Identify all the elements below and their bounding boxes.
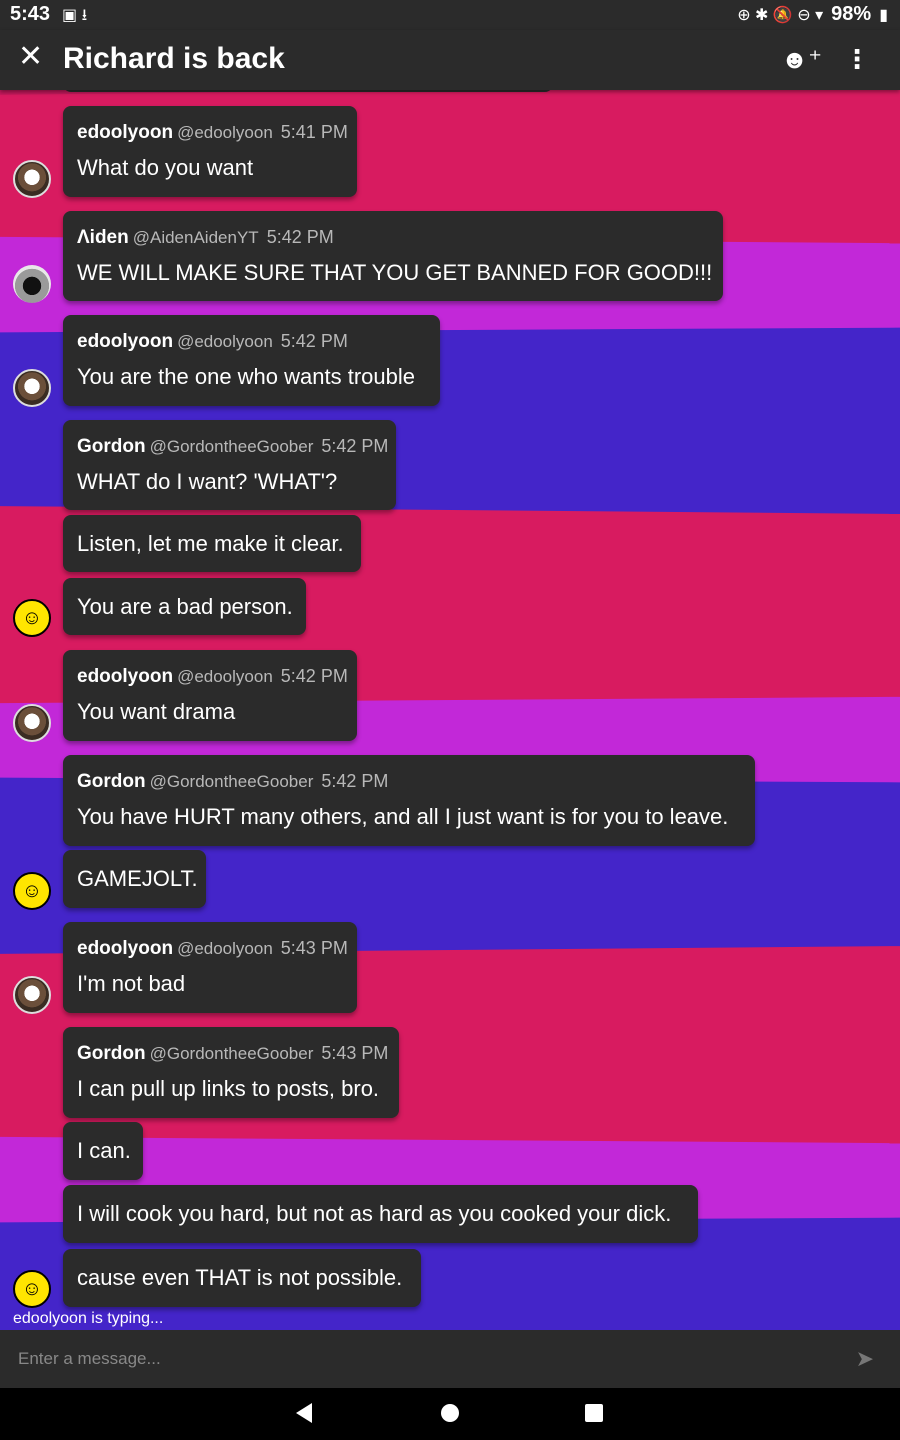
message-handle: @edoolyoon <box>177 667 273 686</box>
message-bubble[interactable]: I can. <box>63 1122 143 1180</box>
avatar[interactable] <box>13 265 51 303</box>
message-time: 5:42 PM <box>321 436 389 456</box>
message-time: 5:43 PM <box>280 938 348 958</box>
message-time: 5:42 PM <box>280 666 348 686</box>
message-bubble[interactable]: cause even THAT is not possible. <box>63 1249 421 1307</box>
awesome-face-icon: ☺ <box>21 607 43 629</box>
message-text: You are the one who wants trouble <box>77 364 415 389</box>
message-text: WHAT do I want? 'WHAT'? <box>77 469 338 494</box>
status-time: 5:43 <box>10 3 51 25</box>
battery-icon: ▮ <box>879 6 888 24</box>
message-bubble[interactable]: edoolyoon @edoolyoon 5:42 PM You are the o… <box>63 315 440 406</box>
message-bubble[interactable]: Listen, let me make it clear. <box>63 515 361 572</box>
message-text: You have HURT many others, and all I jus… <box>77 804 729 829</box>
battery-percent: 98% <box>831 3 872 25</box>
message-author[interactable]: Ʌiden <box>77 227 129 248</box>
message-list[interactable]: edoolyoon @edoolyoon 5:41 PM What do you w… <box>0 82 900 1330</box>
message-handle: @GordontheeGoober <box>149 437 314 456</box>
notification-icons: ▣ ⭳ <box>62 7 88 24</box>
message-input[interactable] <box>0 1330 828 1388</box>
add-emoji-user-icon[interactable]: ☻⁺ <box>781 44 822 75</box>
avatar[interactable]: ☺ <box>13 1270 51 1308</box>
avatar[interactable] <box>13 160 51 198</box>
message-time: 5:42 PM <box>280 331 348 351</box>
app-bar: ✕ Richard is back ☻⁺ ⋮ <box>0 30 900 90</box>
message-bubble[interactable]: You are a bad person. <box>63 578 306 635</box>
message-bubble[interactable]: Gordon @GordontheeGoober 5:42 PM You have … <box>63 755 755 846</box>
message-text: I can pull up links to posts, bro. <box>77 1076 380 1101</box>
avatar[interactable]: ☺ <box>13 872 51 910</box>
status-bar: 5:43 ▣ ⭳ ⊕ ✱ 🔕 ⊖ ▾ 98% ▮ <box>0 0 900 30</box>
message-handle: @edoolyoon <box>177 332 273 351</box>
message-composer: ➤ <box>0 1330 900 1388</box>
message-text: You are a bad person. <box>77 594 293 619</box>
send-icon[interactable]: ➤ <box>856 1346 874 1372</box>
avatar[interactable] <box>13 976 51 1014</box>
message-author[interactable]: edoolyoon <box>77 122 173 143</box>
nav-recents-icon[interactable] <box>585 1404 603 1422</box>
nav-home-icon[interactable] <box>441 1404 459 1422</box>
message-bubble[interactable]: GAMEJOLT. <box>63 850 206 908</box>
message-handle: @edoolyoon <box>177 123 273 142</box>
awesome-face-icon: ☺ <box>21 880 43 902</box>
more-vert-icon[interactable]: ⋮ <box>844 44 870 75</box>
system-status-icons: ⊕ ✱ 🔕 ⊖ ▾ <box>737 6 824 24</box>
avatar[interactable] <box>13 704 51 742</box>
message-author[interactable]: edoolyoon <box>77 666 173 687</box>
typing-indicator: edoolyoon is typing... <box>13 1310 164 1327</box>
message-text: I'm not bad <box>77 971 186 996</box>
message-author[interactable]: Gordon <box>77 1043 146 1064</box>
message-handle: @AidenAidenYT <box>132 228 259 247</box>
message-text: cause even THAT is not possible. <box>77 1265 403 1290</box>
message-text: GAMEJOLT. <box>77 866 198 891</box>
message-text: Listen, let me make it clear. <box>77 531 344 556</box>
avatar[interactable]: ☺ <box>13 599 51 637</box>
close-icon[interactable]: ✕ <box>18 42 43 72</box>
message-bubble[interactable]: edoolyoon @edoolyoon 5:41 PM What do you w… <box>63 106 357 197</box>
message-handle: @GordontheeGoober <box>149 1044 314 1063</box>
message-handle: @GordontheeGoober <box>149 772 314 791</box>
message-bubble[interactable]: Ʌiden @AidenAidenYT 5:42 PM WE WILL MAKE S… <box>63 211 723 301</box>
message-bubble[interactable]: I will cook you hard, but not as hard as… <box>63 1185 698 1243</box>
message-bubble[interactable]: edoolyoon @edoolyoon 5:43 PM I'm not bad <box>63 922 357 1013</box>
message-bubble[interactable]: Gordon @GordontheeGoober 5:42 PM WHAT do I… <box>63 420 396 510</box>
message-time: 5:41 PM <box>280 122 348 142</box>
message-bubble[interactable]: edoolyoon @edoolyoon 5:42 PM You want dram… <box>63 650 357 741</box>
message-handle: @edoolyoon <box>177 939 273 958</box>
message-bubble[interactable]: Gordon @GordontheeGoober 5:43 PM I can pul… <box>63 1027 399 1118</box>
system-nav-bar <box>0 1388 900 1440</box>
message-author[interactable]: edoolyoon <box>77 331 173 352</box>
message-text: I can. <box>77 1138 131 1163</box>
message-author[interactable]: Gordon <box>77 436 146 457</box>
message-author[interactable]: edoolyoon <box>77 938 173 959</box>
message-text: I will cook you hard, but not as hard as… <box>77 1201 672 1226</box>
message-time: 5:43 PM <box>321 1043 389 1063</box>
message-time: 5:42 PM <box>321 771 389 791</box>
nav-back-icon[interactable] <box>296 1403 312 1423</box>
message-author[interactable]: Gordon <box>77 771 146 792</box>
system-icons: ⊕ ✱ 🔕 ⊖ ▾ 98% ▮ <box>737 3 888 26</box>
avatar[interactable] <box>13 369 51 407</box>
chat-title: Richard is back <box>63 42 285 75</box>
awesome-face-icon: ☺ <box>21 1278 43 1300</box>
message-text: WE WILL MAKE SURE THAT YOU GET BANNED FO… <box>77 260 713 285</box>
message-time: 5:42 PM <box>266 227 334 247</box>
message-text: What do you want <box>77 155 254 180</box>
message-text: You want drama <box>77 699 236 724</box>
